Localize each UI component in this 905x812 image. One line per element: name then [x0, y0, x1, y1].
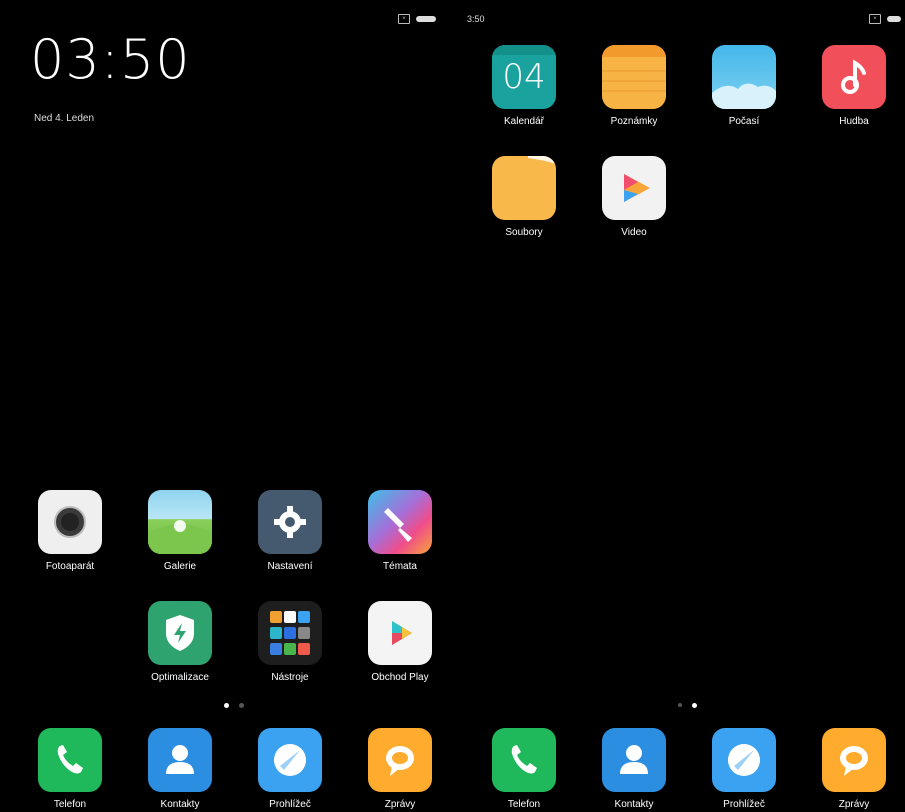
app-pocasi[interactable]: Počasí [699, 45, 789, 127]
phone-icon [38, 728, 102, 792]
app-obchod-play[interactable]: Obchod Play [355, 601, 445, 683]
app-label: Poznámky [610, 116, 658, 127]
clock-widget-time[interactable]: 03:50 [30, 28, 191, 91]
app-label: Prohlížeč [269, 799, 311, 810]
app-video[interactable]: Video [589, 156, 679, 238]
dock-app-telefon[interactable]: Telefon [25, 728, 115, 810]
gear-icon [258, 490, 322, 554]
status-bar: × [869, 12, 901, 26]
play-store-icon [368, 601, 432, 665]
dock-app-kontakty[interactable]: Kontakty [589, 728, 679, 810]
app-label: Zprávy [838, 799, 870, 810]
app-nastaveni[interactable]: Nastavení [245, 490, 335, 572]
page-indicator [224, 703, 244, 708]
sim-icon: × [398, 14, 410, 24]
browser-icon [258, 728, 322, 792]
battery-icon [416, 16, 436, 22]
app-label: Telefon [53, 799, 87, 810]
calendar-icon: 04 [492, 45, 556, 109]
folder-icon [492, 156, 556, 220]
app-label: Kontakty [160, 799, 200, 810]
camera-icon [38, 490, 102, 554]
video-play-icon [602, 156, 666, 220]
app-kalendar[interactable]: 04 Kalendář [479, 45, 569, 127]
page-dot[interactable] [678, 703, 682, 707]
app-label: Soubory [505, 227, 543, 238]
messages-icon [822, 728, 886, 792]
app-label: Obchod Play [371, 672, 429, 683]
shield-icon [148, 601, 212, 665]
page-indicator [678, 703, 697, 708]
status-time: 3:50 [467, 14, 485, 24]
home-screen-left: × 03:50 Ned 4. Leden Fotoaparát Galerie … [0, 0, 452, 812]
dock-app-telefon[interactable]: Telefon [479, 728, 569, 810]
app-label: Kontakty [614, 799, 654, 810]
page-dot[interactable] [692, 703, 697, 708]
app-fotoaparat[interactable]: Fotoaparát [25, 490, 115, 572]
dock-app-prohlizec[interactable]: Prohlížeč [245, 728, 335, 810]
app-nastroje[interactable]: Nástroje [245, 601, 335, 683]
sim-icon: × [869, 14, 881, 24]
app-label: Optimalizace [151, 672, 209, 683]
status-bar: × [398, 12, 436, 26]
contacts-icon [148, 728, 212, 792]
home-screen-right: 3:50 × 04 Kalendář Poznámky Počasí Hudba [453, 0, 905, 812]
app-poznamky[interactable]: Poznámky [589, 45, 679, 127]
app-label: Kalendář [503, 116, 545, 127]
app-optimalizace[interactable]: Optimalizace [135, 601, 225, 683]
app-label: Témata [383, 561, 417, 572]
app-galerie[interactable]: Galerie [135, 490, 225, 572]
app-label: Telefon [507, 799, 541, 810]
app-label: Nastavení [267, 561, 313, 572]
weather-icon [712, 45, 776, 109]
app-label: Fotoaparát [45, 561, 95, 572]
phone-icon [492, 728, 556, 792]
gallery-icon [148, 490, 212, 554]
app-temata[interactable]: Témata [355, 490, 445, 572]
page-dot[interactable] [224, 703, 229, 708]
app-label: Počasí [728, 116, 760, 127]
app-label: Video [621, 227, 647, 238]
page-dot[interactable] [239, 703, 244, 708]
clock-widget-date: Ned 4. Leden [34, 113, 95, 124]
app-label: Zprávy [384, 799, 416, 810]
dock-app-prohlizec[interactable]: Prohlížeč [699, 728, 789, 810]
app-label: Nástroje [271, 672, 309, 683]
app-label: Galerie [163, 561, 197, 572]
status-bar-time: 3:50 [467, 12, 485, 26]
battery-icon [887, 16, 901, 22]
notes-icon [602, 45, 666, 109]
browser-icon [712, 728, 776, 792]
app-hudba[interactable]: Hudba [809, 45, 899, 127]
dock-app-zpravy[interactable]: Zprávy [809, 728, 899, 810]
dock-app-zpravy[interactable]: Zprávy [355, 728, 445, 810]
contacts-icon [602, 728, 666, 792]
app-label: Hudba [839, 116, 869, 127]
dock-app-kontakty[interactable]: Kontakty [135, 728, 225, 810]
calendar-day: 04 [502, 57, 546, 97]
app-label: Prohlížeč [723, 799, 765, 810]
app-soubory[interactable]: Soubory [479, 156, 569, 238]
themes-icon [368, 490, 432, 554]
messages-icon [368, 728, 432, 792]
tools-folder-icon [258, 601, 322, 665]
music-icon [822, 45, 886, 109]
